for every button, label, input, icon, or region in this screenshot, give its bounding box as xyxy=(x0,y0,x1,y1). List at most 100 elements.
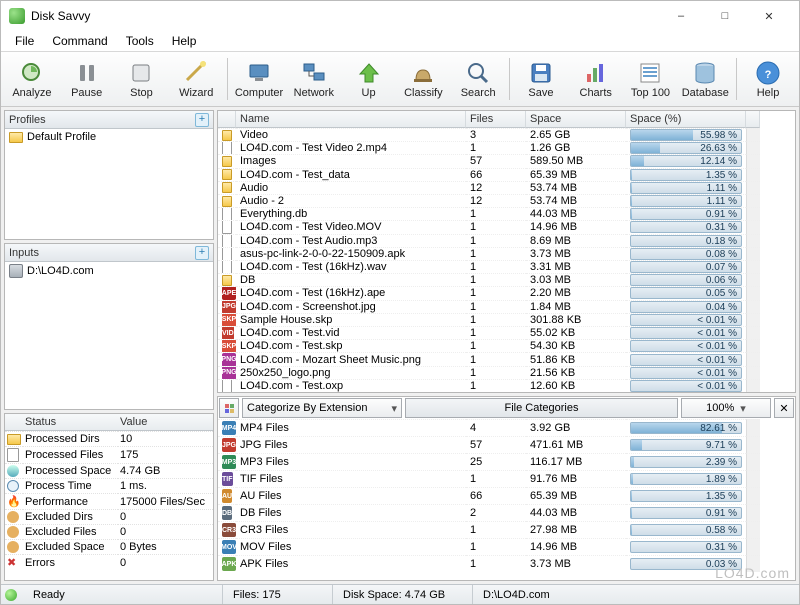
close-button[interactable]: ✕ xyxy=(747,2,791,30)
status-row-value: 10 xyxy=(118,431,213,446)
zoom-combo[interactable]: 100%▾ xyxy=(681,398,771,418)
row-files: 57 xyxy=(466,154,526,167)
toolbar-up-button[interactable]: Up xyxy=(342,54,396,104)
filetype-icon: AU xyxy=(222,489,232,503)
row-name[interactable]: MOV Files xyxy=(236,538,466,555)
row-name[interactable]: LO4D.com - Screenshot.jpg xyxy=(236,300,466,313)
row-name[interactable]: AU Files xyxy=(236,487,466,504)
row-name[interactable]: LO4D.com - Mozart Sheet Music.png xyxy=(236,352,466,365)
toolbar-computer-button[interactable]: Computer xyxy=(232,54,286,104)
status-row-label: Process Time xyxy=(23,478,118,493)
category-mode-combo[interactable]: Categorize By Extension▾ xyxy=(242,398,402,418)
toolbar-top-100-button[interactable]: Top 100 xyxy=(624,54,678,104)
row-name[interactable]: APK Files xyxy=(236,555,466,572)
row-pct: 0.91 % xyxy=(626,207,746,220)
toolbar-search-button[interactable]: Search xyxy=(451,54,505,104)
toolbar-wizard-button[interactable]: Wizard xyxy=(169,54,223,104)
row-name[interactable]: LO4D.com - Test Video 2.mp4 xyxy=(236,141,466,154)
file-icon xyxy=(222,260,232,273)
row-name[interactable]: LO4D.com - Test Video.MOV xyxy=(236,220,466,233)
minimize-button[interactable]: – xyxy=(659,2,703,30)
status-row-value: 0 xyxy=(118,509,213,524)
row-name[interactable]: Audio - 2 xyxy=(236,194,466,207)
toolbar-classify-button[interactable]: Classify xyxy=(396,54,450,104)
row-name[interactable]: 250x250_logo.png xyxy=(236,366,466,379)
row-icon: AU xyxy=(218,487,236,504)
row-name[interactable]: Everything.db xyxy=(236,207,466,220)
row-pct: 1.35 % xyxy=(626,487,746,504)
row-name[interactable]: Video xyxy=(236,128,466,141)
row-name[interactable]: CR3 Files xyxy=(236,521,466,538)
row-icon xyxy=(218,273,236,286)
menu-command[interactable]: Command xyxy=(44,32,115,50)
status-row-label: Processed Dirs xyxy=(23,431,118,446)
menu-tools[interactable]: Tools xyxy=(118,32,162,50)
toolbar-save-button[interactable]: Save xyxy=(514,54,568,104)
row-icon xyxy=(218,207,236,220)
menu-file[interactable]: File xyxy=(7,32,42,50)
column-header[interactable]: Space xyxy=(526,111,626,128)
status-bar: Ready Files: 175 Disk Space: 4.74 GB D:\… xyxy=(1,584,799,604)
toolbar-help-button[interactable]: ?Help xyxy=(741,54,795,104)
status-row-value: 175000 Files/Sec xyxy=(118,493,213,509)
toolbar-charts-button[interactable]: Charts xyxy=(569,54,623,104)
row-name[interactable]: JPG Files xyxy=(236,436,466,453)
list-item[interactable]: Default Profile xyxy=(5,129,213,145)
row-name[interactable]: Sample House.skp xyxy=(236,313,466,326)
database-icon xyxy=(692,60,718,86)
list-item[interactable]: D:\LO4D.com xyxy=(5,262,213,280)
row-name[interactable]: asus-pc-link-2-0-0-22-150909.apk xyxy=(236,247,466,260)
row-name[interactable]: MP4 Files xyxy=(236,419,466,436)
filetype-icon: VID xyxy=(222,326,234,339)
row-name[interactable]: LO4D.com - Test Audio.mp3 xyxy=(236,234,466,247)
close-categories-button[interactable]: ✕ xyxy=(774,398,794,418)
row-name[interactable]: Images xyxy=(236,154,466,167)
toolbar-stop-button[interactable]: Stop xyxy=(115,54,169,104)
row-name[interactable]: LO4D.com - Test_data xyxy=(236,168,466,181)
status-row-label: Excluded Files xyxy=(23,524,118,539)
row-name[interactable]: Audio xyxy=(236,181,466,194)
row-files: 1 xyxy=(466,470,526,487)
row-name[interactable]: MP3 Files xyxy=(236,453,466,470)
row-name[interactable]: TIF Files xyxy=(236,470,466,487)
maximize-button[interactable]: □ xyxy=(703,2,747,30)
row-icon xyxy=(218,260,236,273)
toolbar-database-button[interactable]: Database xyxy=(678,54,732,104)
row-icon: PNG xyxy=(218,352,236,365)
column-header[interactable]: Name xyxy=(236,111,466,128)
add-profile-button[interactable]: + xyxy=(195,113,209,127)
row-name[interactable]: LO4D.com - Test.oxp xyxy=(236,379,466,392)
file-icon xyxy=(222,207,232,220)
filetype-icon: PNG xyxy=(222,353,236,366)
row-name[interactable]: LO4D.com - Test.skp xyxy=(236,339,466,352)
window-title: Disk Savvy xyxy=(31,9,90,23)
toolbar-pause-button[interactable]: Pause xyxy=(60,54,114,104)
row-name[interactable]: LO4D.com - Test.vid xyxy=(236,326,466,339)
status-row-value: 175 xyxy=(118,446,213,463)
row-icon: VID xyxy=(218,326,236,339)
row-pct: 26.63 % xyxy=(626,141,746,154)
column-header[interactable]: Files xyxy=(466,111,526,128)
row-files: 2 xyxy=(466,504,526,521)
row-files: 1 xyxy=(466,538,526,555)
row-space: 55.02 KB xyxy=(526,326,626,339)
row-name[interactable]: DB xyxy=(236,273,466,286)
category-mode-icon[interactable] xyxy=(219,398,239,418)
row-name[interactable]: LO4D.com - Test (16kHz).wav xyxy=(236,260,466,273)
status-row-icon xyxy=(5,478,23,493)
toolbar-network-button[interactable]: Network xyxy=(287,54,341,104)
status-row-label: Excluded Space xyxy=(23,539,118,554)
charts-icon xyxy=(583,60,609,86)
filetype-icon: MP3 xyxy=(222,455,236,469)
row-name[interactable]: DB Files xyxy=(236,504,466,521)
row-files: 1 xyxy=(466,273,526,286)
menu-help[interactable]: Help xyxy=(164,32,205,50)
row-icon xyxy=(218,379,236,392)
toolbar-analyze-button[interactable]: Analyze xyxy=(5,54,59,104)
row-name[interactable]: LO4D.com - Test (16kHz).ape xyxy=(236,286,466,299)
column-header[interactable]: Space (%) xyxy=(626,111,746,128)
pause-icon xyxy=(74,60,100,86)
add-input-button[interactable]: + xyxy=(195,246,209,260)
row-icon xyxy=(218,154,236,167)
file-categories-button[interactable]: File Categories xyxy=(405,398,678,418)
